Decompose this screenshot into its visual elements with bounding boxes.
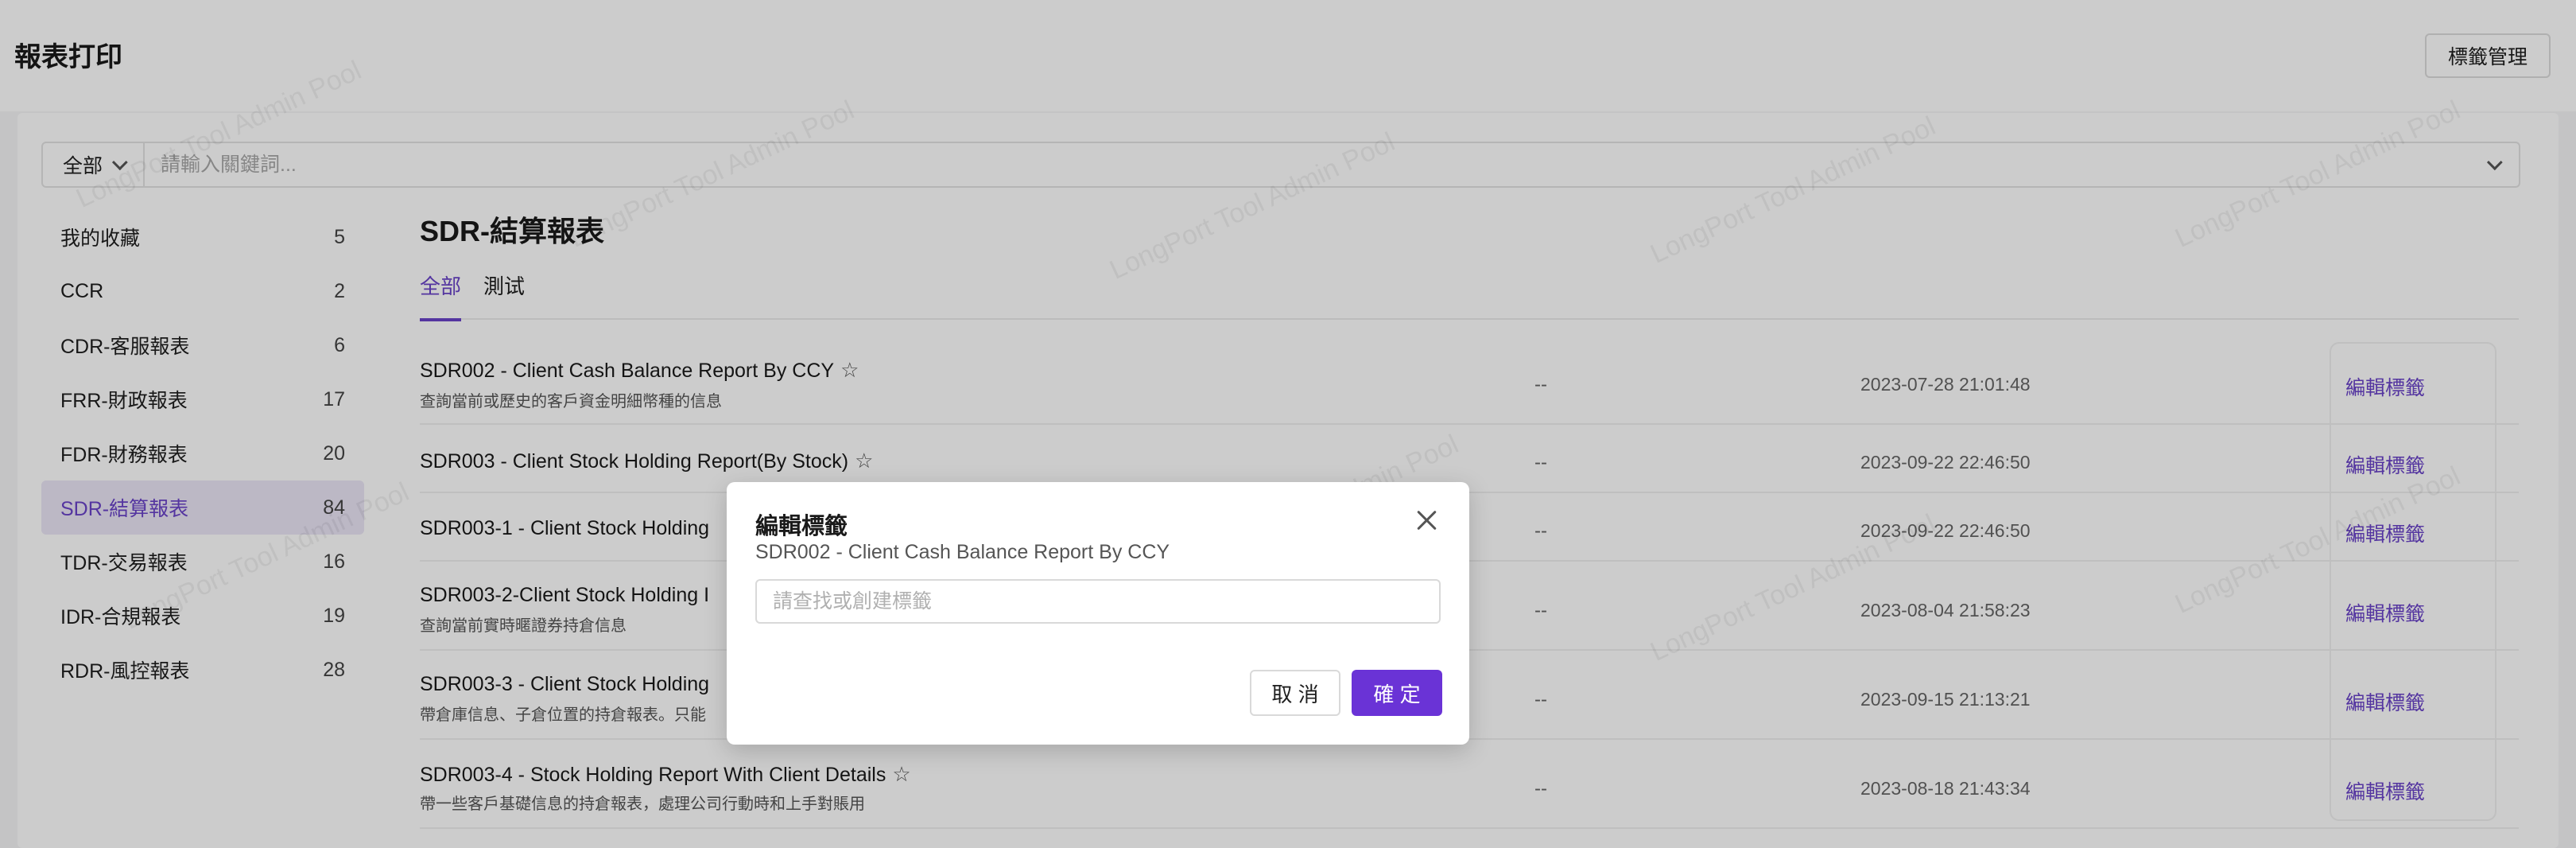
modal-title: 編輯標籤 — [755, 514, 848, 539]
modal-report-name: SDR002 - Client Cash Balance Report By C… — [755, 541, 1170, 563]
close-icon[interactable] — [1414, 508, 1439, 533]
cancel-button[interactable]: 取 消 — [1250, 670, 1340, 716]
confirm-button[interactable]: 確 定 — [1352, 670, 1442, 716]
edit-tag-modal: 編輯標籤 SDR002 - Client Cash Balance Report… — [727, 482, 1469, 745]
tag-search-input[interactable] — [755, 579, 1441, 624]
